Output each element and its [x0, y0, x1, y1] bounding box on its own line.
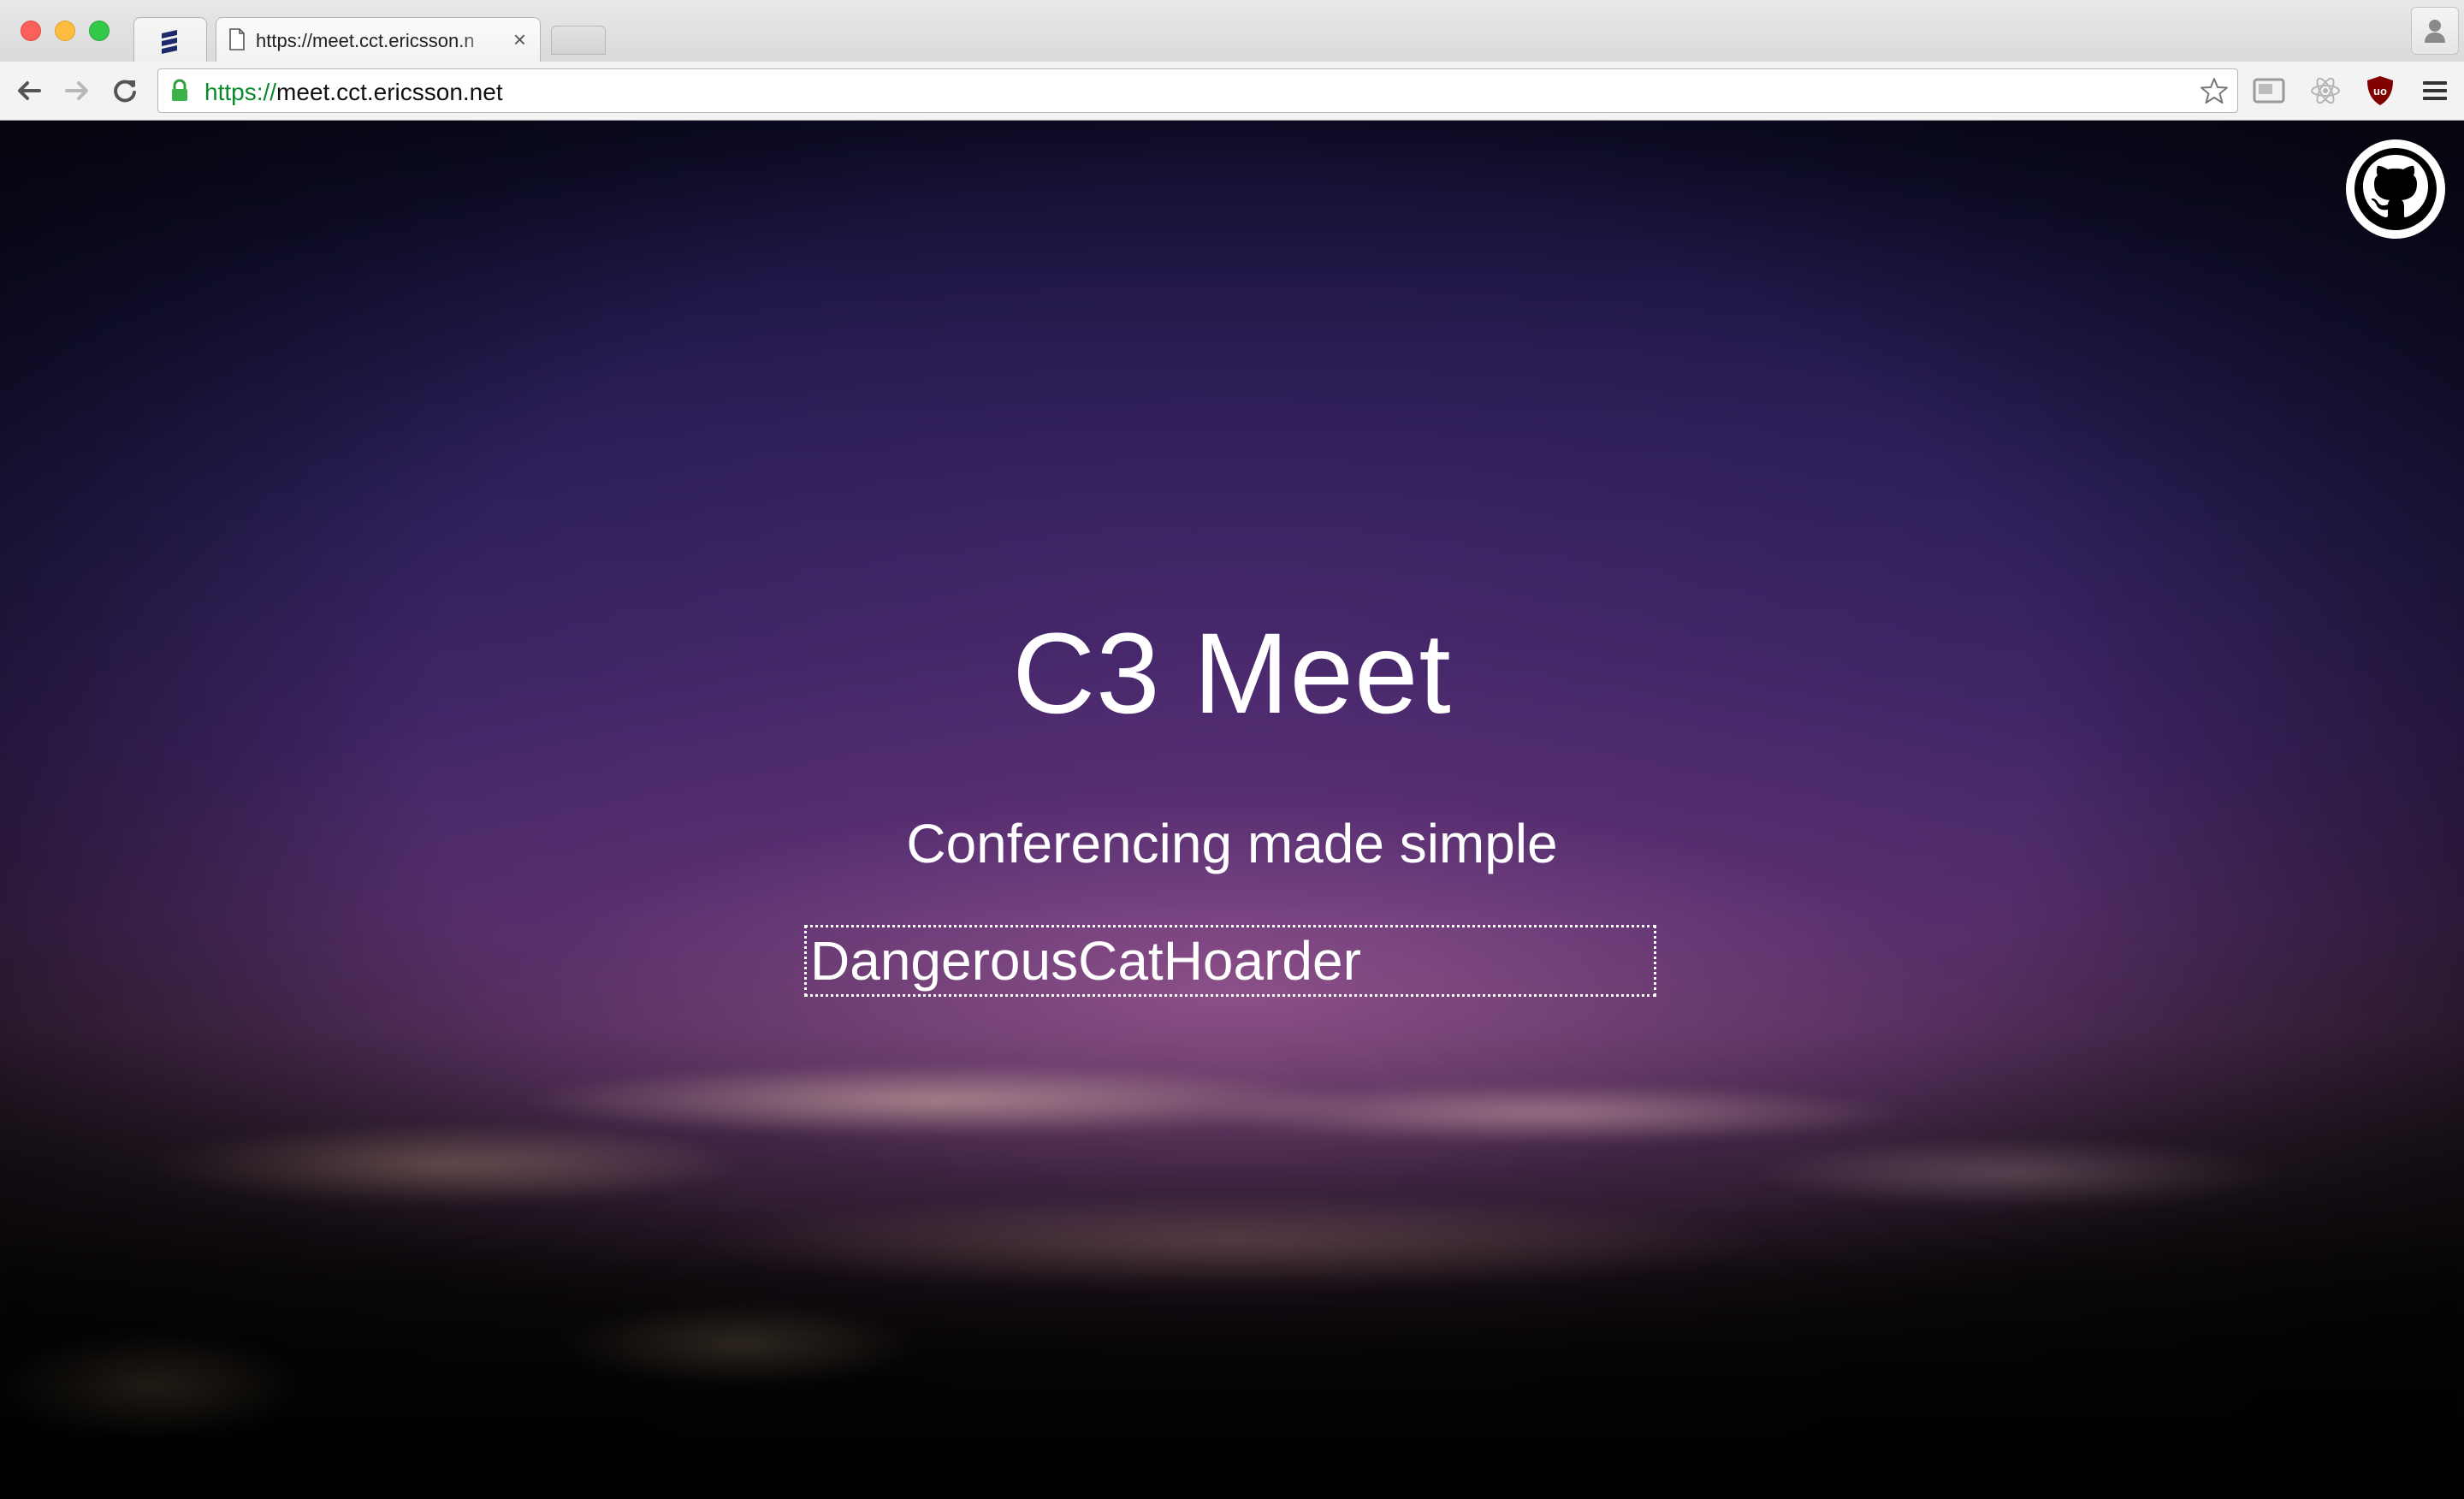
- tab-active[interactable]: https://meet.cct.ericsson.n ×: [216, 17, 541, 62]
- address-bar[interactable]: https://meet.cct.ericsson.net: [157, 68, 2238, 113]
- background-vignette: [0, 121, 2464, 1499]
- hamburger-menu-icon[interactable]: [2418, 74, 2452, 108]
- page-viewport: C3 Meet Conferencing made simple: [0, 121, 2464, 1499]
- github-octocat-icon[interactable]: [2344, 138, 2447, 240]
- star-icon[interactable]: [2200, 76, 2229, 105]
- url-host: meet.cct.ericsson.net: [276, 79, 503, 105]
- tab-title: https://meet.cct.ericsson.n: [256, 30, 475, 51]
- new-tab-button[interactable]: [551, 26, 606, 55]
- back-arrow-icon[interactable]: [12, 74, 46, 108]
- svg-text:uo: uo: [2373, 85, 2387, 98]
- forward-arrow-icon[interactable]: [60, 74, 94, 108]
- profile-button[interactable]: [2411, 7, 2459, 55]
- minimize-window-button[interactable]: [55, 21, 75, 41]
- url-text: https://meet.cct.ericsson.net: [204, 79, 503, 106]
- room-name-input[interactable]: [804, 925, 1656, 997]
- ublock-icon[interactable]: uo: [2363, 74, 2397, 108]
- person-icon: [2425, 20, 2445, 43]
- close-tab-button[interactable]: ×: [513, 27, 526, 52]
- close-window-button[interactable]: [21, 21, 41, 41]
- tab-pinned[interactable]: [133, 17, 207, 62]
- document-icon: [229, 28, 245, 50]
- page-title: C3 Meet: [1012, 610, 1452, 738]
- page-subtitle: Conferencing made simple: [906, 813, 1558, 874]
- lock-icon: [172, 79, 187, 101]
- cast-icon[interactable]: [2252, 74, 2286, 108]
- tab-strip: https://meet.cct.ericsson.n ×: [0, 0, 2464, 62]
- reload-icon[interactable]: [108, 74, 142, 108]
- browser-window: https://meet.cct.ericsson.n × https://me…: [0, 0, 2464, 1499]
- zoom-window-button[interactable]: [89, 21, 110, 41]
- browser-toolbar: https://meet.cct.ericsson.net uo: [0, 62, 2464, 121]
- stacked-lines-icon: [162, 30, 177, 54]
- react-icon[interactable]: [2308, 74, 2343, 108]
- url-scheme: https://: [204, 79, 277, 105]
